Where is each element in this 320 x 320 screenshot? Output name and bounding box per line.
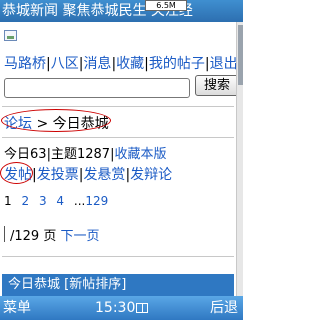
title-bar: 恭城新闻 聚焦恭城民生 关注经 6.5M	[0, 0, 243, 22]
search-button[interactable]: 搜索	[195, 75, 236, 96]
section-header: 今日恭城 [新帖排序]	[2, 274, 234, 296]
menu-softkey[interactable]: 菜单	[3, 296, 31, 320]
clock: 15:30	[95, 296, 149, 320]
broken-image-icon	[4, 30, 17, 41]
topics-label: 主题	[50, 147, 77, 162]
divider	[2, 256, 234, 257]
book-icon	[136, 303, 149, 313]
softkey-bar: 菜单 15:30 后退	[0, 296, 243, 320]
new-vote-link[interactable]: 发投票	[37, 167, 79, 183]
highlight-oval-breadcrumb	[1, 109, 111, 132]
scrollbar-thumb[interactable]	[238, 25, 243, 85]
today-label: 今日	[4, 147, 31, 162]
divider	[2, 137, 234, 138]
page-last[interactable]: 129	[85, 194, 108, 208]
nav-link-favorites[interactable]: 收藏	[116, 56, 144, 72]
new-reward-link[interactable]: 发悬赏	[83, 167, 125, 183]
new-debate-link[interactable]: 发辩论	[130, 167, 172, 183]
topics-count: 1287	[76, 147, 111, 162]
clock-time: 15:30	[95, 300, 136, 316]
search-input[interactable]	[4, 78, 190, 98]
page-ellipsis: ...	[73, 194, 86, 208]
pagination: 1 2 3 4 ...129	[4, 194, 108, 208]
board-stats: 今日63|主题1287|收藏本版	[4, 147, 167, 162]
memory-indicator: 6.5M	[145, 0, 187, 11]
divider	[2, 106, 234, 107]
phone-screen: 恭城新闻 聚焦恭城民生 关注经 6.5M 马路桥|八区|消息|收藏|我的帖子|退…	[0, 0, 243, 320]
next-page-link[interactable]: 下一页	[61, 229, 100, 244]
user-nav: 马路桥|八区|消息|收藏|我的帖子|退出	[4, 53, 236, 73]
highlight-oval-new-post	[0, 162, 33, 184]
page-2[interactable]: 2	[21, 194, 29, 208]
nav-link-my-posts[interactable]: 我的帖子	[149, 56, 205, 72]
total-pages: /129	[10, 229, 40, 244]
back-softkey[interactable]: 后退	[210, 296, 238, 320]
scrollbar[interactable]	[236, 22, 243, 296]
page-1[interactable]: 1	[4, 194, 12, 208]
today-count: 63	[30, 147, 47, 162]
page-4[interactable]: 4	[56, 194, 64, 208]
page-content: 马路桥|八区|消息|收藏|我的帖子|退出 搜索 论坛 > 今日恭城 今日63|主…	[0, 22, 236, 296]
bookmark-board-link[interactable]: 收藏本版	[114, 147, 166, 162]
nav-link-messages[interactable]: 消息	[83, 56, 111, 72]
nav-link-logout[interactable]: 退出	[210, 56, 236, 72]
nav-link-district[interactable]: 八区	[51, 56, 79, 72]
page-3[interactable]: 3	[39, 194, 47, 208]
section-title[interactable]: 今日恭城 [新帖排序]	[8, 277, 126, 292]
page-jump: /129 页 下一页	[10, 225, 100, 244]
nav-link-malu-bridge[interactable]: 马路桥	[4, 56, 46, 72]
page-unit[interactable]: 页	[43, 229, 56, 244]
